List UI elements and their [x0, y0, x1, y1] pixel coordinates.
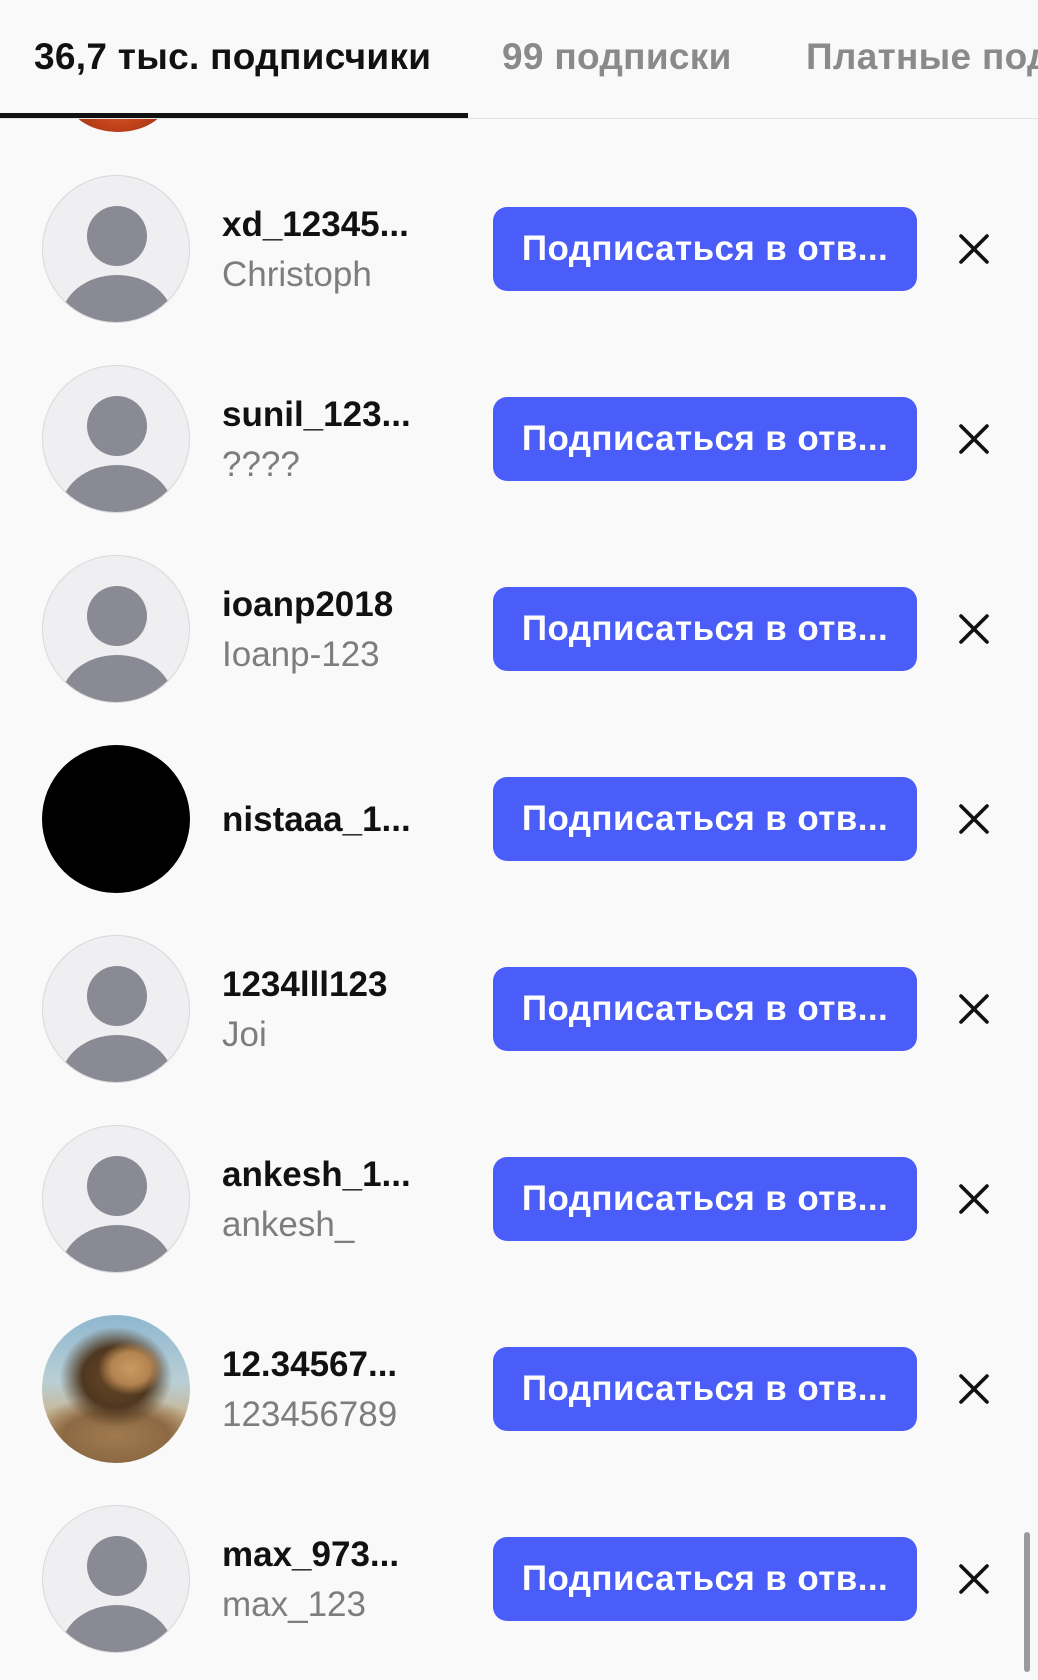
default-avatar-icon[interactable] — [42, 365, 190, 513]
full-name: Christoph — [222, 255, 372, 294]
username[interactable]: sunil_123... — [222, 395, 411, 435]
full-name: max_123 — [222, 1585, 366, 1624]
default-avatar-icon[interactable] — [42, 935, 190, 1083]
tab-following[interactable]: 99 подписки — [502, 36, 732, 78]
close-icon[interactable] — [952, 797, 996, 841]
follower-row[interactable]: sunil_123... ???? Подписаться в отв... — [0, 365, 1038, 515]
username[interactable]: nistaaa_1... — [222, 800, 411, 840]
username[interactable]: xd_12345... — [222, 205, 409, 245]
follower-row[interactable]: nistaaa_1... Подписаться в отв... — [0, 745, 1038, 895]
follow-back-button[interactable]: Подписаться в отв... — [493, 967, 917, 1051]
tab-bar: 36,7 тыс. подписчики 99 подписки Платные… — [0, 0, 1038, 119]
full-name: Joi — [222, 1015, 267, 1054]
username[interactable]: max_973... — [222, 1535, 399, 1575]
follow-back-button[interactable]: Подписаться в отв... — [493, 777, 917, 861]
full-name: Ioanp-123 — [222, 635, 380, 674]
follow-back-button[interactable]: Подписаться в отв... — [493, 1157, 917, 1241]
tab-paid-subscriptions[interactable]: Платные подписки — [806, 36, 1038, 78]
default-avatar-icon[interactable] — [42, 1125, 190, 1273]
default-avatar-icon[interactable] — [42, 1505, 190, 1653]
follower-row[interactable]: 1234lll123 Joi Подписаться в отв... — [0, 935, 1038, 1085]
follower-row[interactable]: ioanp2018 Ioanp-123 Подписаться в отв... — [0, 555, 1038, 705]
full-name: ???? — [222, 445, 300, 484]
follow-back-button[interactable]: Подписаться в отв... — [493, 397, 917, 481]
follow-back-button[interactable]: Подписаться в отв... — [493, 1347, 917, 1431]
avatar-image[interactable] — [42, 1315, 190, 1463]
full-name: 123456789 — [222, 1395, 398, 1434]
close-icon[interactable] — [952, 227, 996, 271]
follow-back-button[interactable]: Подписаться в отв... — [493, 587, 917, 671]
follower-row[interactable]: 12.34567... 123456789 Подписаться в отв.… — [0, 1315, 1038, 1465]
close-icon[interactable] — [952, 417, 996, 461]
follower-row[interactable]: xd_12345... Christoph Подписаться в отв.… — [0, 175, 1038, 325]
avatar-image[interactable] — [42, 745, 190, 893]
default-avatar-icon[interactable] — [42, 175, 190, 323]
tab-followers[interactable]: 36,7 тыс. подписчики — [34, 36, 431, 78]
username[interactable]: 1234lll123 — [222, 965, 387, 1005]
username[interactable]: ioanp2018 — [222, 585, 393, 625]
scrollbar[interactable] — [1024, 1532, 1030, 1672]
follower-row[interactable]: ankesh_1... ankesh_ Подписаться в отв... — [0, 1125, 1038, 1275]
default-avatar-icon[interactable] — [42, 555, 190, 703]
close-icon[interactable] — [952, 987, 996, 1031]
close-icon[interactable] — [952, 1367, 996, 1411]
close-icon[interactable] — [952, 1177, 996, 1221]
close-icon[interactable] — [952, 607, 996, 651]
follow-back-button[interactable]: Подписаться в отв... — [493, 1537, 917, 1621]
username[interactable]: ankesh_1... — [222, 1155, 411, 1195]
follow-back-button[interactable]: Подписаться в отв... — [493, 207, 917, 291]
follower-row[interactable]: max_973... max_123 Подписаться в отв... — [0, 1505, 1038, 1655]
close-icon[interactable] — [952, 1557, 996, 1601]
full-name: ankesh_ — [222, 1205, 355, 1244]
username[interactable]: 12.34567... — [222, 1345, 397, 1385]
active-tab-indicator — [0, 113, 468, 118]
